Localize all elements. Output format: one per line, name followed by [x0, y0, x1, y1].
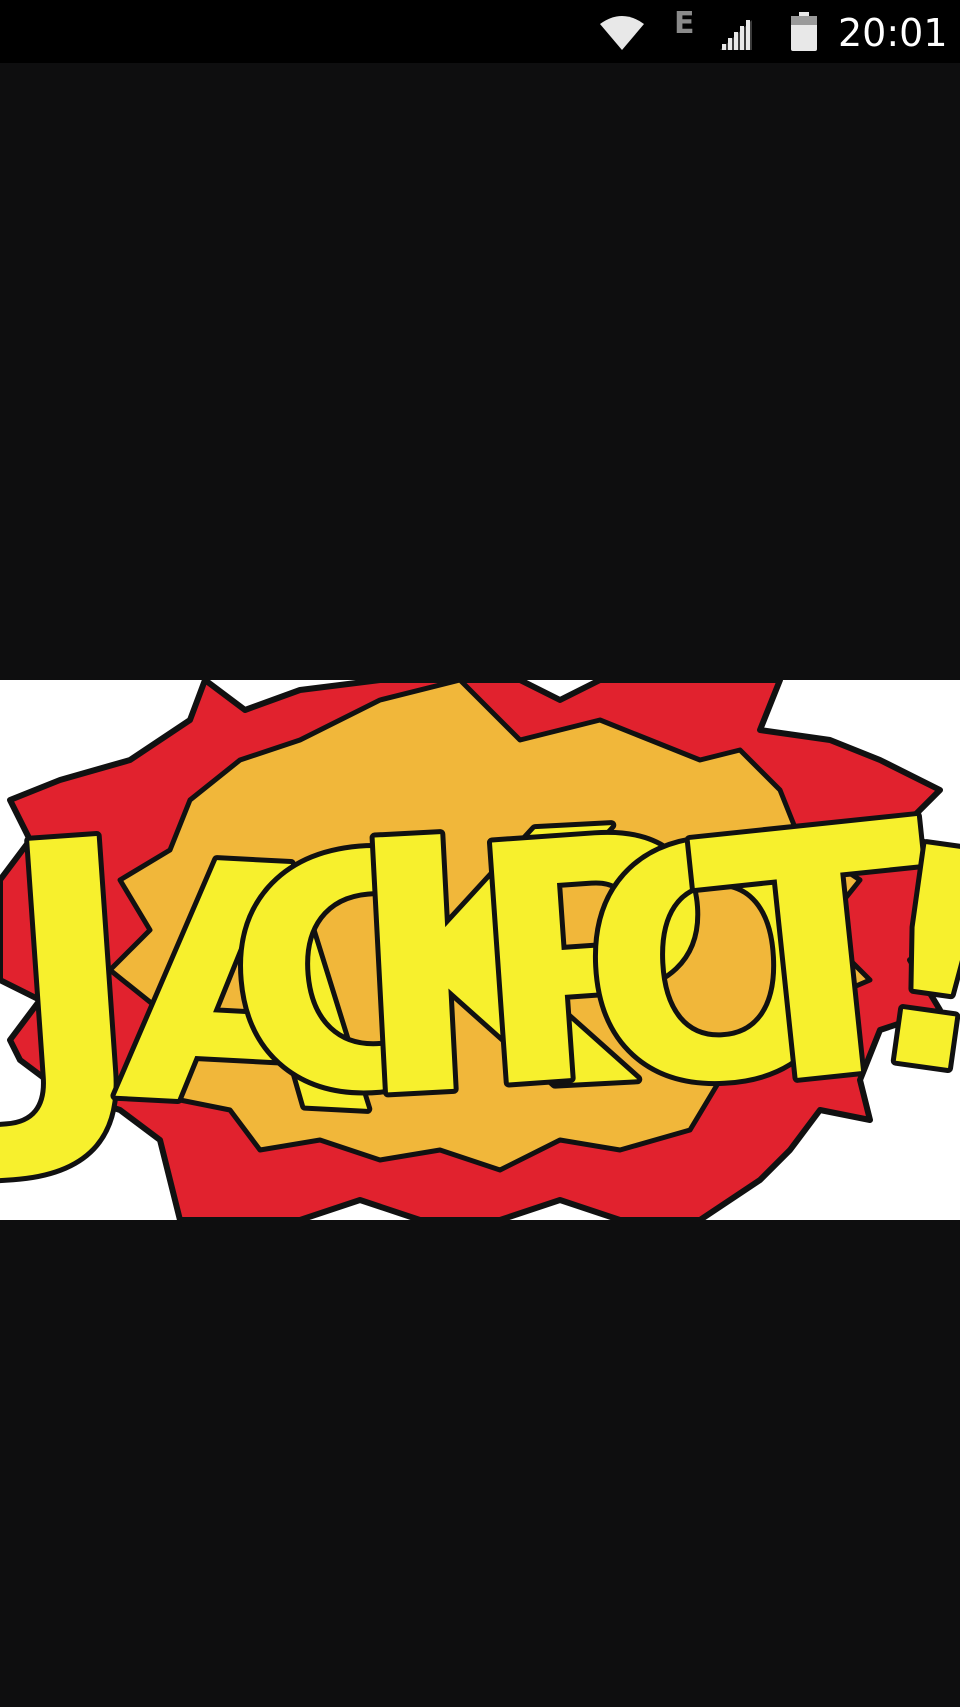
network-type-indicator: E — [674, 6, 695, 41]
wifi-icon — [600, 16, 644, 50]
image-viewer[interactable]: J A C K P O T ! — [0, 63, 960, 1707]
jackpot-illustration: J A C K P O T ! — [0, 680, 960, 1220]
mobile-signal-icon — [720, 20, 752, 50]
battery-icon — [791, 12, 817, 51]
status-bar-clock: 20:01 — [838, 11, 948, 55]
status-bar: E 20:01 — [0, 0, 960, 63]
jackpot-image[interactable]: J A C K P O T ! — [0, 680, 960, 1220]
jackpot-text: J A C K P O T ! — [0, 744, 960, 1196]
